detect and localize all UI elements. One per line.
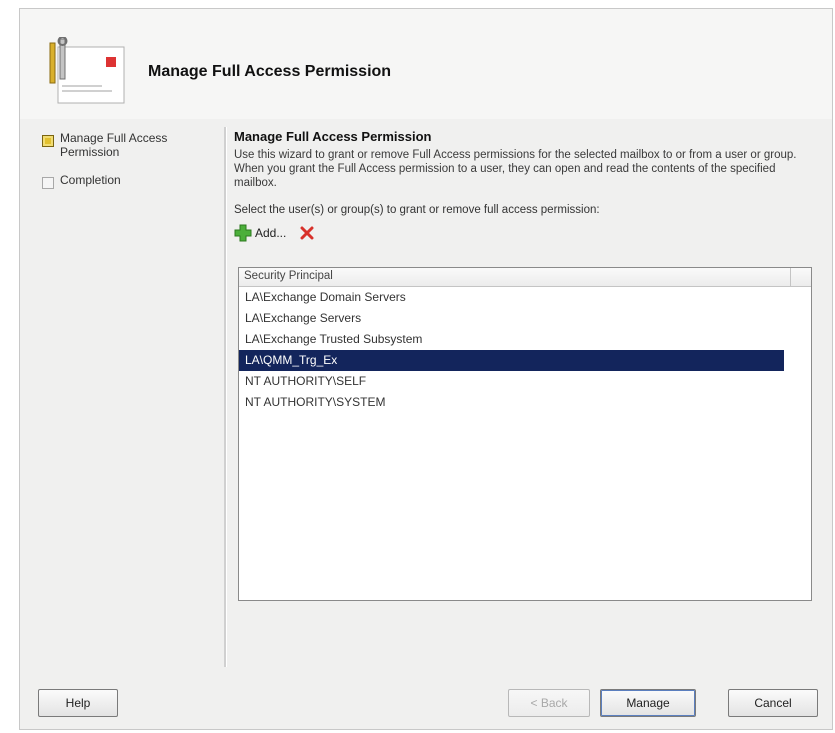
- cancel-button[interactable]: Cancel: [728, 689, 818, 717]
- list-body: LA\Exchange Domain Servers LA\Exchange S…: [239, 287, 811, 413]
- nav-divider: [224, 127, 227, 667]
- column-header-security-principal[interactable]: Security Principal: [239, 268, 791, 286]
- list-row[interactable]: NT AUTHORITY\SYSTEM: [239, 392, 784, 413]
- nav-step-label: Completion: [60, 173, 121, 187]
- nav-step-label: Manage Full Access Permission: [60, 131, 168, 159]
- manage-button[interactable]: Manage: [600, 689, 696, 717]
- add-button[interactable]: Add...: [234, 224, 286, 242]
- list-toolbar: Add...: [234, 222, 814, 244]
- wizard-header: Manage Full Access Permission: [20, 9, 832, 119]
- select-instruction: Select the user(s) or group(s) to grant …: [234, 204, 600, 216]
- wizard-dialog: Manage Full Access Permission Manage Ful…: [19, 8, 833, 730]
- content-heading: Manage Full Access Permission: [234, 129, 432, 144]
- wizard-step-nav: Manage Full Access Permission Completion: [42, 131, 222, 203]
- wizard-content: Manage Full Access Permission Use this w…: [234, 129, 814, 244]
- pending-step-indicator-icon: [42, 177, 54, 189]
- add-button-label: Add...: [255, 226, 287, 240]
- nav-step-manage-full-access: Manage Full Access Permission: [42, 131, 222, 159]
- content-description: Use this wizard to grant or remove Full …: [234, 149, 797, 189]
- mailbox-wizard-icon: [49, 37, 125, 104]
- list-row-selected[interactable]: LA\QMM_Trg_Ex: [239, 350, 784, 371]
- help-button[interactable]: Help: [38, 689, 118, 717]
- current-step-indicator-icon: [42, 135, 54, 147]
- list-row[interactable]: LA\Exchange Domain Servers: [239, 287, 784, 308]
- plus-icon: [234, 224, 252, 242]
- remove-x-icon[interactable]: [300, 226, 314, 240]
- back-button[interactable]: < Back: [508, 689, 590, 717]
- security-principal-list[interactable]: Security Principal LA\Exchange Domain Se…: [238, 267, 812, 601]
- list-header: Security Principal: [239, 268, 811, 287]
- nav-step-completion: Completion: [42, 173, 222, 189]
- wizard-title: Manage Full Access Permission: [148, 63, 392, 80]
- list-row[interactable]: LA\Exchange Trusted Subsystem: [239, 329, 784, 350]
- column-header-filler: [791, 268, 811, 286]
- list-row[interactable]: NT AUTHORITY\SELF: [239, 371, 784, 392]
- list-row[interactable]: LA\Exchange Servers: [239, 308, 784, 329]
